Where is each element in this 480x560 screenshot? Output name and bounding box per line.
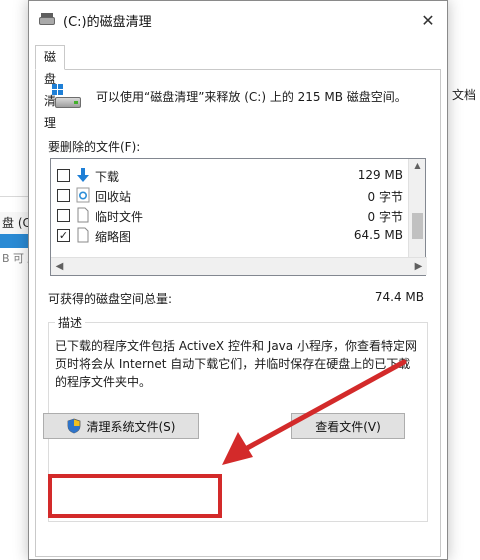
file-name: 临时文件 <box>95 210 144 224</box>
title-bar[interactable]: (C:)的磁盘清理 <box>29 1 447 39</box>
window-title: (C:)的磁盘清理 <box>63 14 152 30</box>
drive-icon <box>52 84 82 114</box>
highlight-box <box>48 474 222 518</box>
file-size: 0 字节 <box>367 190 403 204</box>
file-name: 回收站 <box>95 190 132 204</box>
horizontal-scrollbar[interactable]: ◀ ▶ <box>51 257 427 275</box>
scrollbar-thumb[interactable] <box>412 213 423 239</box>
files-list[interactable]: 下载 129 MB 回收站 0 字节 临时文件 0 字节 ✓ 缩略图 64.5 … <box>50 158 427 276</box>
checkbox-thumbnails[interactable]: ✓ <box>57 229 70 242</box>
disk-cleanup-icon <box>39 13 55 27</box>
list-item[interactable]: 临时文件 0 字节 <box>51 205 409 225</box>
available-space-value: 74.4 MB <box>374 290 424 304</box>
clean-system-files-button[interactable]: 清理系统文件(S) <box>43 413 199 439</box>
files-to-delete-label: 要删除的文件(F): <box>48 140 141 154</box>
close-icon: ✕ <box>421 10 435 30</box>
file-name: 缩略图 <box>95 230 132 244</box>
checkbox-recycle-bin[interactable] <box>57 189 70 202</box>
tab-disk-cleanup[interactable]: 磁盘清理 <box>35 45 66 130</box>
description-title: 描述 <box>55 314 86 331</box>
checkbox-temp-files[interactable] <box>57 209 70 222</box>
view-files-label: 查看文件(V) <box>315 419 381 434</box>
scroll-left-icon[interactable]: ◀ <box>51 258 68 275</box>
view-files-button[interactable]: 查看文件(V) <box>291 413 405 439</box>
file-size: 129 MB <box>357 168 403 182</box>
list-item[interactable]: 下载 129 MB <box>51 165 409 185</box>
list-item[interactable]: ✓ 缩略图 64.5 MB <box>51 225 409 245</box>
blank-file-icon <box>75 227 91 243</box>
clean-system-files-label: 清理系统文件(S) <box>86 419 176 434</box>
uac-shield-icon <box>67 418 81 434</box>
download-arrow-icon <box>75 167 91 183</box>
vertical-scrollbar[interactable]: ▲ <box>408 159 425 258</box>
scroll-right-icon[interactable]: ▶ <box>410 258 427 275</box>
close-button[interactable]: ✕ <box>415 7 441 33</box>
file-size: 64.5 MB <box>353 228 403 242</box>
checkbox-downloads[interactable] <box>57 169 70 182</box>
file-name: 下载 <box>95 170 120 184</box>
background-documents-label: 文档 <box>452 88 477 102</box>
description-text: 已下载的程序文件包括 ActiveX 控件和 Java 小程序，你查看特定网页时… <box>55 339 417 389</box>
file-size: 0 字节 <box>367 210 403 224</box>
blank-file-icon <box>75 207 91 223</box>
available-space-label: 可获得的磁盘空间总量: <box>48 292 173 306</box>
summary-text: 可以使用“磁盘清理”来释放 (C:) 上的 215 MB 磁盘空间。 <box>96 90 407 104</box>
recycle-bin-icon <box>75 187 91 203</box>
file-rows: 下载 129 MB 回收站 0 字节 临时文件 0 字节 ✓ 缩略图 64.5 … <box>51 159 409 255</box>
scroll-up-icon[interactable]: ▲ <box>409 159 426 173</box>
list-item[interactable]: 回收站 0 字节 <box>51 185 409 205</box>
